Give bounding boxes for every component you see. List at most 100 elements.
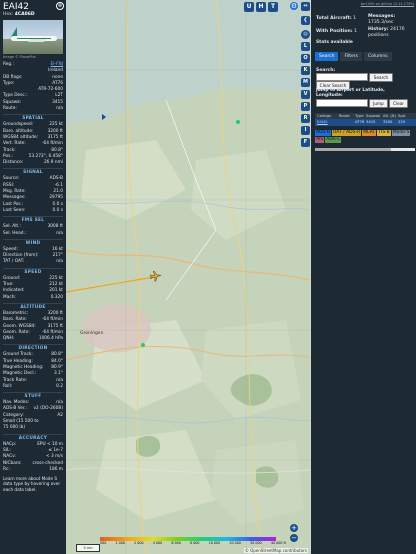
detail-row: Mach: 0.320 [3, 295, 63, 301]
detail-value: 0.0 s [52, 207, 63, 213]
section-header: STUFF [3, 392, 63, 399]
zoom-out-button[interactable]: − [290, 534, 298, 542]
map-button-i[interactable]: I [301, 126, 310, 135]
detail-key: Type: [3, 80, 15, 86]
map-button-u[interactable]: U [244, 2, 254, 12]
detail-key: Reg.: [3, 62, 14, 67]
jump-button[interactable]: Jump [369, 99, 388, 108]
detail-value: A2 [57, 412, 63, 418]
cell-altitude: 3200 [383, 120, 393, 124]
cell-speed: 225 [398, 120, 406, 124]
detail-key: Roll: [3, 383, 13, 389]
jump-label: Jump to Airport or Latitude, Longitude: [316, 88, 385, 98]
map-button-l[interactable]: L [301, 42, 310, 51]
detail-value: n/a [56, 259, 63, 265]
total-aircraft: Total Aircraft: 1 [316, 16, 366, 22]
tab-search[interactable]: Search [315, 52, 339, 61]
map-attribution[interactable]: © OpenStreetMap contributors [243, 548, 308, 553]
section-header: ACCURACY [3, 433, 63, 441]
map-scale-bar: 5 nm [76, 544, 100, 552]
section-header: SPATIAL [3, 114, 63, 121]
alt-tick: 1 000 [115, 541, 125, 545]
history: History: 24176 positions [368, 27, 414, 38]
with-position-value: 1 [354, 29, 357, 34]
tab-columns[interactable]: Columns [363, 52, 392, 61]
table-horizontal-scrollbar[interactable] [315, 148, 415, 151]
detail-value: 186 m [49, 466, 63, 472]
detail-key: Distance: [3, 160, 24, 166]
detail-row: Sel. Head.: n/a [3, 231, 63, 237]
zoom-in-button[interactable]: + [290, 524, 298, 532]
map-view[interactable]: Groningen U H T ⚙ + − 5 nm 500 1 000 2 0… [66, 0, 310, 554]
detail-row: QNH: 1006.4 hPa [3, 336, 63, 342]
total-aircraft-value: 1 [353, 16, 357, 21]
map-canvas[interactable] [66, 0, 310, 554]
source-badge: ADS-C [325, 137, 342, 143]
alt-tick: 40 000 ft [270, 541, 286, 545]
alt-tick: 30 000 [250, 541, 262, 545]
stats-available-link[interactable]: Stats available [316, 40, 353, 45]
settings-gear-icon[interactable]: ⚙ [290, 2, 298, 10]
search-button[interactable]: Search [369, 73, 393, 82]
detail-row: Distance: 26.9 nmi [3, 160, 63, 166]
jump-input[interactable] [316, 99, 368, 107]
source-badge: ADS-B [315, 130, 331, 136]
detail-key: Last Seen: [3, 207, 26, 213]
with-position: With Position: 1 [316, 29, 366, 35]
photo-credit: Image © PlanePlat [3, 55, 36, 59]
map-button-f[interactable]: F [301, 138, 310, 147]
aircraft-detail-rows: Reg.: EI-FNJ Ireland DB flags: none Type: AT76… [0, 62, 66, 473]
messages-value: 1735.3/sec [368, 19, 394, 25]
map-button-h[interactable]: H [256, 2, 266, 12]
map-button-p[interactable]: P [301, 102, 310, 111]
detail-row: 75 000 lb) [3, 425, 63, 431]
alt-tick: 500 [100, 541, 107, 545]
section-header: ALTITUDE [3, 302, 63, 310]
clear-button[interactable]: Clear [389, 99, 408, 108]
detail-value: 0.2 [56, 383, 63, 389]
with-position-label: With Position: [316, 29, 353, 34]
map-button-k[interactable]: K [301, 66, 310, 75]
detail-row: Last Seen: 0.0 s [3, 208, 63, 214]
detail-key: TAT / OAT: [3, 259, 25, 265]
map-button-v[interactable]: V [301, 90, 310, 99]
map-button-r[interactable]: R [301, 114, 310, 123]
messages-rate: Messages: 1735.3/sec [368, 14, 414, 25]
aircraft-info-panel: EAI42 Hex: 4CA06D ⊗ Image © PlanePlat Re… [0, 0, 66, 554]
photo-wing [28, 39, 46, 42]
section-header: FMS SEL [3, 216, 63, 223]
source-badge: MLAT [362, 130, 377, 136]
map-button-t[interactable]: T [268, 2, 278, 12]
cell-callsign[interactable]: EAI42 [315, 119, 339, 126]
detail-value: n/a [56, 230, 63, 236]
tab-filters[interactable]: Filters [340, 52, 362, 61]
version-link[interactable]: tar1090 on github (3.14.1755) [361, 2, 414, 6]
alt-tick: 4 000 [152, 541, 163, 545]
scrollbar-thumb[interactable] [315, 148, 391, 151]
toggle-sidebar-icon[interactable]: ⇔ [301, 2, 310, 11]
collapse-chevron-icon[interactable]: ❮ [301, 16, 310, 25]
search-input[interactable] [316, 73, 368, 81]
messages-label: Messages: [368, 14, 396, 19]
detail-value: n/a [56, 106, 63, 112]
aircraft-list-sidebar: tar1090 on github (3.14.1755) Total Airc… [311, 0, 416, 554]
center-target-icon[interactable]: ◎ [301, 30, 310, 39]
total-aircraft-label: Total Aircraft: [316, 16, 352, 21]
aircraft-callsign: EAI42 [3, 2, 29, 12]
section-header: DIRECTION [3, 344, 63, 351]
hex-value: 4CA06D [14, 12, 35, 17]
aircraft-hex: Hex: 4CA06D [3, 12, 63, 17]
detail-key: Route: [3, 106, 17, 112]
detail-row: TAT / OAT: n/a [3, 259, 63, 265]
map-button-o[interactable]: O [301, 54, 310, 63]
map-button-m[interactable]: M [301, 78, 310, 87]
aircraft-photo[interactable] [3, 20, 63, 54]
close-panel-button[interactable]: ⊗ [56, 2, 64, 10]
alt-tick: 20 000 [229, 541, 241, 545]
footer-note: Learn more about Mode S data type by hov… [3, 476, 61, 492]
detail-key: Mach: [3, 294, 16, 300]
detail-key: QNH: [3, 336, 15, 342]
alt-tick: 6 000 [171, 541, 181, 545]
cell-route [339, 119, 355, 126]
table-row[interactable]: EAI42 AT76 3415 3200 225 [315, 119, 416, 126]
